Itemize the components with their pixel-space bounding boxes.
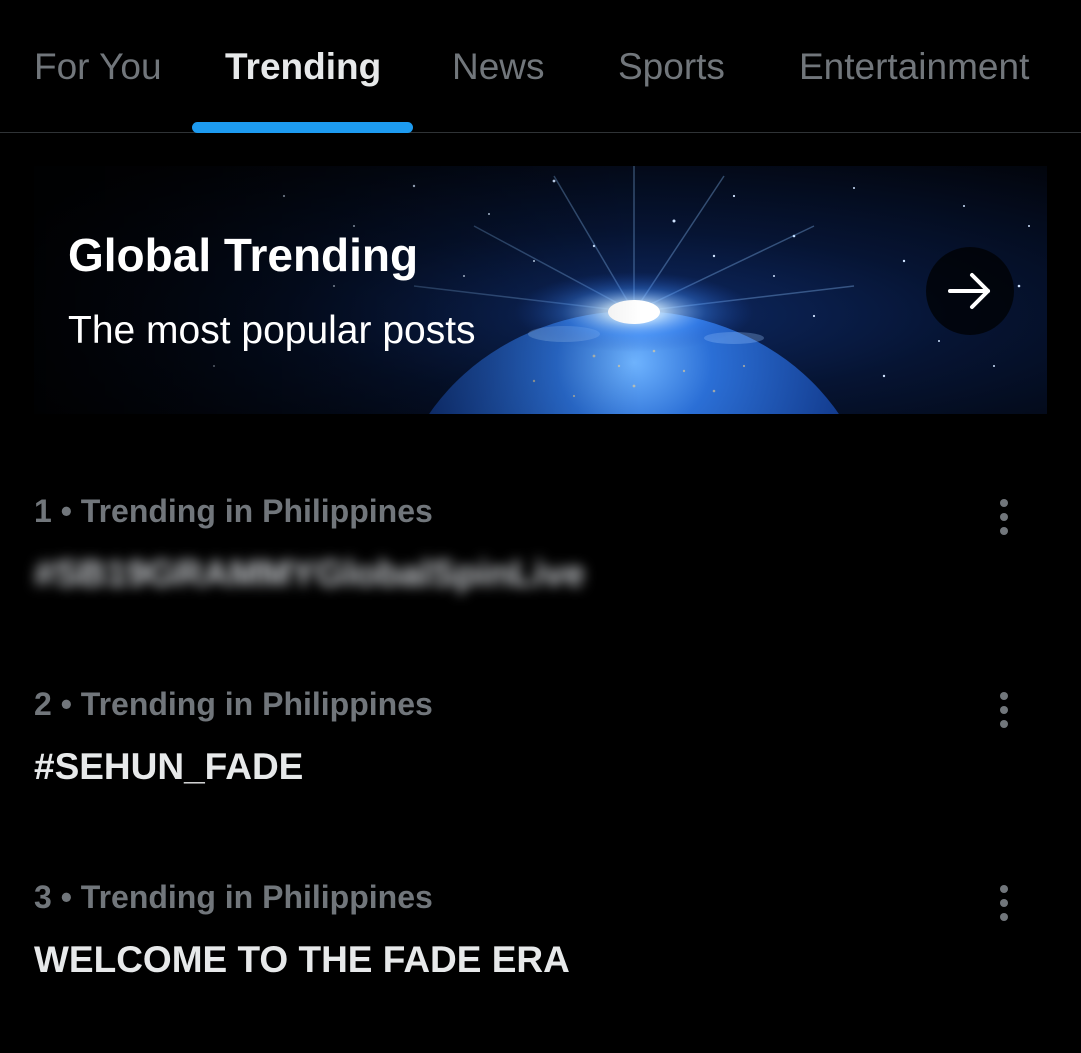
trend-name: WELCOME TO THE FADE ERA xyxy=(34,939,570,980)
top-tab-bar: For You Trending News Sports Entertainme… xyxy=(0,0,1081,133)
tab-sports[interactable]: Sports xyxy=(618,44,725,90)
more-options-button[interactable] xyxy=(986,688,1022,732)
tab-news[interactable]: News xyxy=(452,44,545,90)
trend-name: #SB19GRAMMYGlobalSpinLive xyxy=(34,553,585,594)
more-options-button[interactable] xyxy=(986,881,1022,925)
tab-trending[interactable]: Trending xyxy=(225,44,381,90)
earth-space-image xyxy=(34,166,1047,414)
dots-vertical-icon xyxy=(1000,885,1008,893)
trend-item[interactable]: 1 • Trending in Philippines #SB19GRAMMYG… xyxy=(0,493,1081,643)
banner-title: Global Trending xyxy=(68,229,419,281)
tab-entertainment[interactable]: Entertainment xyxy=(799,44,1029,90)
banner-arrow-button[interactable] xyxy=(926,247,1014,335)
more-options-button[interactable] xyxy=(986,495,1022,539)
trend-item[interactable]: 3 • Trending in Philippines WELCOME TO T… xyxy=(0,879,1081,1029)
trend-item[interactable]: 2 • Trending in Philippines #SEHUN_FADE xyxy=(0,686,1081,836)
global-trending-banner[interactable]: Global Trending The most popular posts xyxy=(34,166,1047,414)
trend-name: #SEHUN_FADE xyxy=(34,746,304,787)
tab-for-you[interactable]: For You xyxy=(34,44,162,90)
active-tab-indicator xyxy=(192,122,413,133)
trend-rank-location: 1 • Trending in Philippines xyxy=(34,493,433,529)
banner-subtitle: The most popular posts xyxy=(68,309,476,352)
dots-vertical-icon xyxy=(1000,692,1008,700)
trend-rank-location: 2 • Trending in Philippines xyxy=(34,686,433,722)
dots-vertical-icon xyxy=(1000,499,1008,507)
trend-rank-location: 3 • Trending in Philippines xyxy=(34,879,433,915)
arrow-right-icon xyxy=(948,273,990,309)
